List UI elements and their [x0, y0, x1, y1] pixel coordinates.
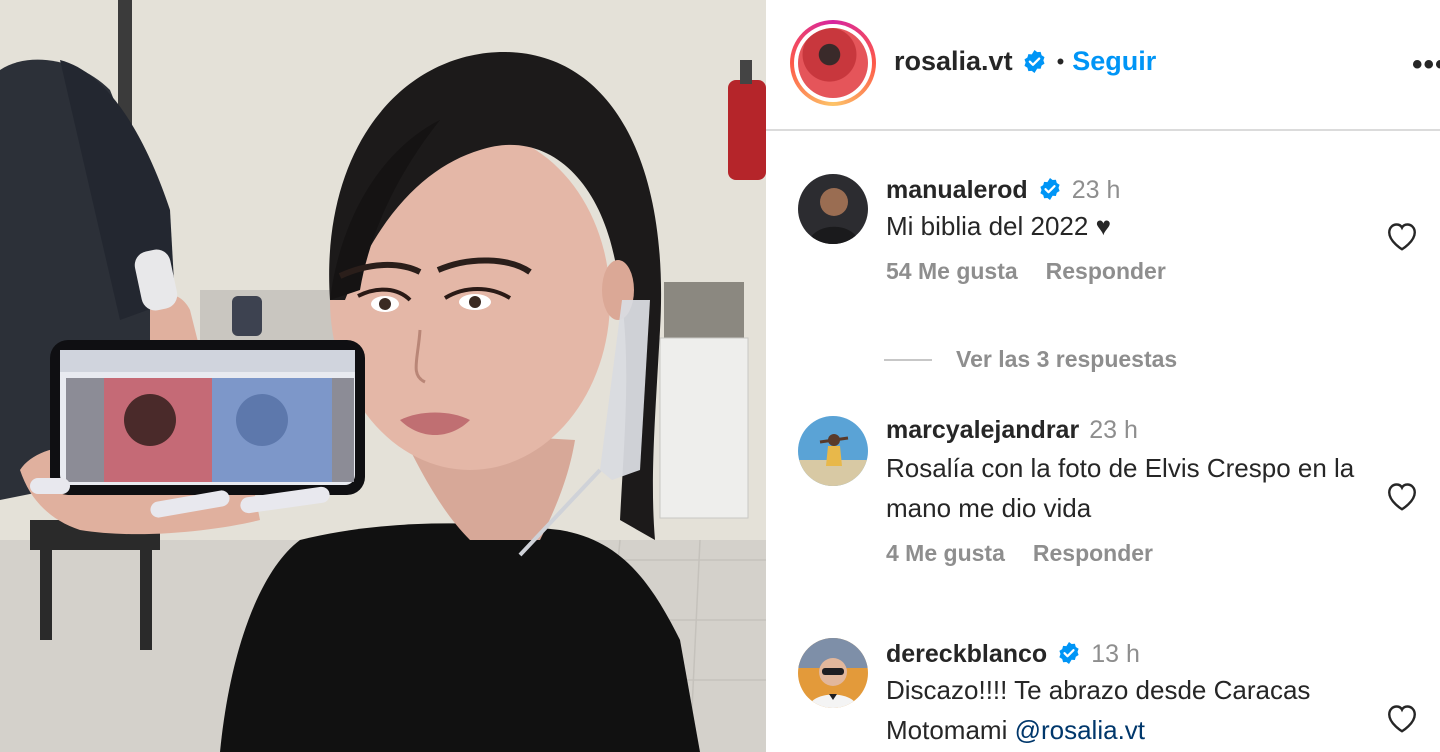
- comment-text: Rosalía con la foto de Elvis Crespo en l…: [886, 453, 1355, 523]
- heart-outline-icon[interactable]: [1384, 218, 1420, 252]
- post-photo[interactable]: [0, 0, 766, 752]
- commenter-avatar[interactable]: [798, 638, 868, 708]
- comment-time[interactable]: 13 h: [1091, 640, 1140, 669]
- comments-panel: rosalia.vt • Seguir ••• manualerod 23 h: [766, 0, 1440, 752]
- verified-badge-icon: [1024, 50, 1045, 73]
- view-replies-label[interactable]: Ver las 3 respuestas: [956, 346, 1177, 373]
- follow-button[interactable]: Seguir: [1072, 46, 1156, 77]
- verified-badge-icon: [1040, 178, 1060, 200]
- heart-outline-icon[interactable]: [1384, 478, 1420, 512]
- more-options-icon[interactable]: •••: [1412, 48, 1440, 82]
- comment-username[interactable]: marcyalejandrar: [886, 416, 1079, 445]
- comment-likes[interactable]: 54 Me gusta: [886, 258, 1018, 285]
- comment-username[interactable]: dereckblanco: [886, 640, 1047, 669]
- post-header: rosalia.vt • Seguir •••: [766, 0, 1440, 131]
- comment-text: Mi biblia del 2022 ♥: [886, 211, 1112, 241]
- separator-dot: •: [1056, 48, 1065, 74]
- comment-text: Discazo!!!! Te abrazo desde Caracas Moto…: [886, 670, 1386, 750]
- comment-likes[interactable]: 4 Me gusta: [886, 540, 1005, 567]
- photo-illustration: [0, 0, 766, 752]
- heart-outline-icon[interactable]: [1384, 700, 1420, 734]
- comment-time[interactable]: 23 h: [1072, 176, 1121, 205]
- replies-line: [884, 358, 932, 361]
- owner-avatar[interactable]: [790, 20, 876, 106]
- reply-button[interactable]: Responder: [1046, 258, 1166, 285]
- owner-username[interactable]: rosalia.vt: [894, 46, 1013, 77]
- reply-button[interactable]: Responder: [1033, 540, 1153, 567]
- commenter-avatar[interactable]: [798, 416, 868, 486]
- mention-link[interactable]: @rosalia.vt: [1015, 715, 1145, 745]
- comment-username[interactable]: manualerod: [886, 176, 1028, 205]
- commenter-avatar[interactable]: [798, 174, 868, 244]
- view-replies[interactable]: Ver las 3 respuestas: [884, 346, 1177, 373]
- verified-badge-icon: [1059, 642, 1079, 664]
- comment-time[interactable]: 23 h: [1089, 416, 1138, 445]
